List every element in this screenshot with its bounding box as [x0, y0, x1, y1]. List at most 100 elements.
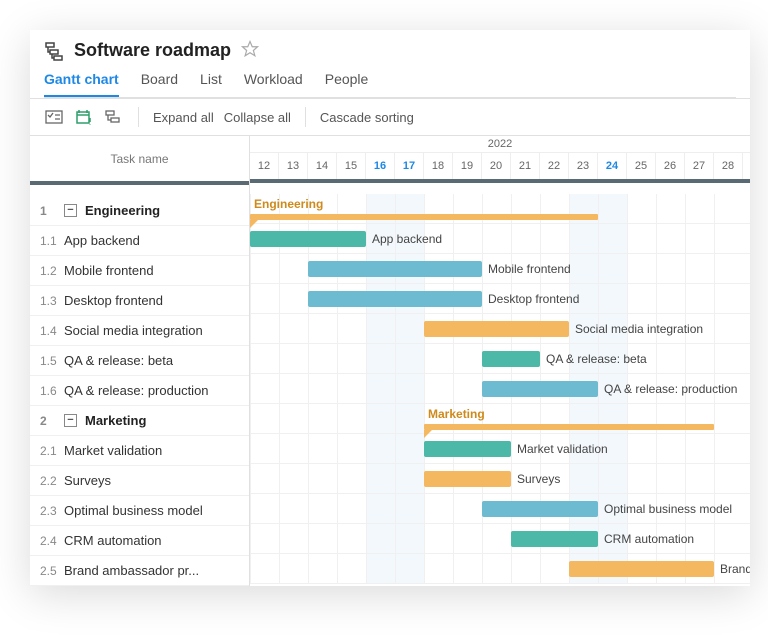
- chart-row: Optimal business model: [250, 494, 750, 524]
- title-row: Software roadmap: [44, 40, 736, 61]
- task-row[interactable]: 2.4CRM automation: [30, 526, 249, 556]
- task-bar-label: Desktop frontend: [488, 284, 579, 314]
- toolbar: Expand all Collapse all Cascade sorting: [30, 99, 750, 136]
- chart-row: Desktop frontend: [250, 284, 750, 314]
- day-cell[interactable]: 12: [250, 153, 279, 179]
- task-bar[interactable]: [482, 501, 598, 517]
- day-cell[interactable]: 24: [598, 153, 627, 179]
- group-row[interactable]: 1−Engineering: [30, 196, 249, 226]
- row-index: 1: [40, 204, 64, 218]
- page-title: Software roadmap: [74, 40, 231, 61]
- task-bar-label: Social media integration: [575, 314, 703, 344]
- checklist-icon[interactable]: [44, 107, 64, 127]
- chart-row: Social media integration: [250, 314, 750, 344]
- day-cell[interactable]: 25: [627, 153, 656, 179]
- task-bar[interactable]: [482, 351, 540, 367]
- collapse-icon[interactable]: −: [64, 204, 77, 217]
- row-index: 1.6: [40, 384, 64, 398]
- chart-row: Brand: [250, 554, 750, 584]
- task-bar[interactable]: [308, 291, 482, 307]
- divider: [138, 107, 139, 127]
- cascade-sorting-button[interactable]: Cascade sorting: [320, 110, 414, 125]
- group-bar[interactable]: [250, 214, 598, 220]
- task-bar[interactable]: [250, 231, 366, 247]
- collapse-all-button[interactable]: Collapse all: [224, 110, 291, 125]
- task-row[interactable]: 1.4Social media integration: [30, 316, 249, 346]
- task-bar-label: QA & release: beta: [546, 344, 647, 374]
- roadmap-icon: [44, 41, 64, 61]
- task-row[interactable]: 1.5QA & release: beta: [30, 346, 249, 376]
- task-row[interactable]: 1.6QA & release: production: [30, 376, 249, 406]
- task-bar[interactable]: [569, 561, 714, 577]
- task-name: CRM automation: [64, 533, 162, 548]
- day-cell[interactable]: 18: [424, 153, 453, 179]
- row-index: 2.3: [40, 504, 64, 518]
- day-cell[interactable]: 23: [569, 153, 598, 179]
- tab-people[interactable]: People: [325, 71, 369, 97]
- gantt-chart-area[interactable]: EngineeringApp backend Mobile frontendDes…: [250, 194, 750, 584]
- task-row[interactable]: 1.1App backend: [30, 226, 249, 256]
- column-header-task-name[interactable]: Task name: [30, 136, 249, 182]
- task-name: Market validation: [64, 443, 162, 458]
- group-bar[interactable]: [424, 424, 714, 430]
- task-bar-label: CRM automation: [604, 524, 694, 554]
- task-row[interactable]: 2.2Surveys: [30, 466, 249, 496]
- group-bar-label: Marketing: [428, 407, 485, 421]
- collapse-icon[interactable]: −: [64, 414, 77, 427]
- task-row[interactable]: 1.3Desktop frontend: [30, 286, 249, 316]
- chart-row: Marketing: [250, 404, 750, 434]
- day-cell[interactable]: 21: [511, 153, 540, 179]
- day-cell[interactable]: 19: [453, 153, 482, 179]
- task-bar[interactable]: [482, 381, 598, 397]
- row-index: 1.5: [40, 354, 64, 368]
- tab-board[interactable]: Board: [141, 71, 178, 97]
- calendar-alert-icon[interactable]: [74, 107, 94, 127]
- task-bar[interactable]: [424, 471, 511, 487]
- star-icon[interactable]: [241, 40, 259, 61]
- day-cell[interactable]: 27: [685, 153, 714, 179]
- grid: Task name 1−Engineering1.1App backend1.2…: [30, 136, 750, 586]
- task-row[interactable]: 2.1Market validation: [30, 436, 249, 466]
- day-cell[interactable]: 26: [656, 153, 685, 179]
- task-row[interactable]: 2.5Brand ambassador pr...: [30, 556, 249, 586]
- day-cell[interactable]: 16: [366, 153, 395, 179]
- divider: [305, 107, 306, 127]
- day-cell[interactable]: 13: [279, 153, 308, 179]
- day-cell[interactable]: 17: [395, 153, 424, 179]
- task-row[interactable]: 2.3Optimal business model: [30, 496, 249, 526]
- task-bar[interactable]: [511, 531, 598, 547]
- timeline-column: 2022 1213141516171819202122232425262728 …: [250, 136, 750, 586]
- chart-row: Engineering: [250, 194, 750, 224]
- tab-list[interactable]: List: [200, 71, 222, 97]
- task-name: Optimal business model: [64, 503, 203, 518]
- header: Software roadmap Gantt chart Board List …: [30, 30, 750, 99]
- expand-all-button[interactable]: Expand all: [153, 110, 214, 125]
- chart-row: Market validation: [250, 434, 750, 464]
- task-name: App backend: [64, 233, 140, 248]
- group-name: Marketing: [85, 413, 146, 428]
- chart-row: CRM automation: [250, 524, 750, 554]
- timeline-days: 1213141516171819202122232425262728: [250, 153, 750, 179]
- task-bar[interactable]: [424, 441, 511, 457]
- day-cell[interactable]: 22: [540, 153, 569, 179]
- chart-row: Surveys: [250, 464, 750, 494]
- task-bar[interactable]: [424, 321, 569, 337]
- subtask-icon[interactable]: [104, 107, 124, 127]
- task-bar-label: App backend: [372, 224, 442, 254]
- task-bar-label: Mobile frontend: [488, 254, 571, 284]
- task-name: Mobile frontend: [64, 263, 154, 278]
- day-cell[interactable]: 14: [308, 153, 337, 179]
- task-name: Desktop frontend: [64, 293, 163, 308]
- task-bar[interactable]: [308, 261, 482, 277]
- chart-row: App backend: [250, 224, 750, 254]
- row-index: 2.1: [40, 444, 64, 458]
- day-cell[interactable]: 28: [714, 153, 743, 179]
- day-cell[interactable]: 20: [482, 153, 511, 179]
- task-bar-label: Market validation: [517, 434, 608, 464]
- task-name: QA & release: production: [64, 383, 209, 398]
- day-cell[interactable]: 15: [337, 153, 366, 179]
- group-row[interactable]: 2−Marketing: [30, 406, 249, 436]
- tab-workload[interactable]: Workload: [244, 71, 303, 97]
- task-row[interactable]: 1.2Mobile frontend: [30, 256, 249, 286]
- tab-gantt-chart[interactable]: Gantt chart: [44, 71, 119, 97]
